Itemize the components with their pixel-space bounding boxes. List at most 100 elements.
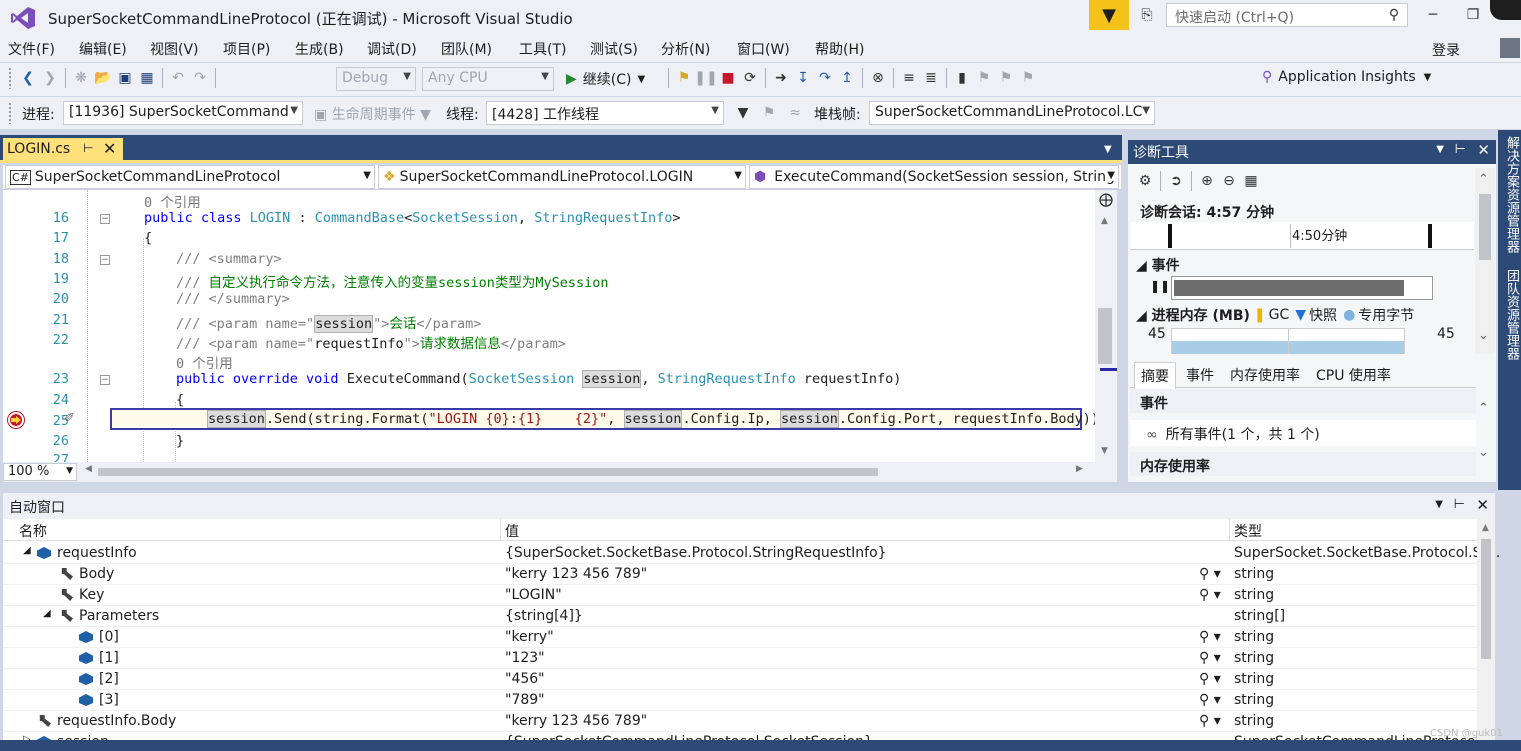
diagnostics-scrollbar[interactable]: ⌃ ⌄ xyxy=(1475,168,1495,354)
scroll-down-icon[interactable]: ▼ xyxy=(1101,446,1108,456)
reset-view-icon[interactable]: ▦ xyxy=(1240,170,1262,192)
save-all-icon[interactable]: ▦ xyxy=(136,67,158,89)
lifecycle-events-button[interactable]: ▣ 生命周期事件 ▼ xyxy=(314,104,431,124)
window-position-icon[interactable]: ▼ xyxy=(1435,499,1443,510)
filter-icon[interactable]: ▼ xyxy=(732,102,754,124)
sign-in-link[interactable]: 登录 xyxy=(1432,40,1460,60)
hex-display-icon[interactable]: ⊗ xyxy=(867,67,889,89)
maximize-icon[interactable]: ❐ xyxy=(1462,4,1484,26)
continue-button[interactable]: ▶ 继续(C) ▼ xyxy=(566,69,645,89)
scroll-left-icon[interactable]: ◀ xyxy=(85,464,92,474)
collapse-icon[interactable]: − xyxy=(100,214,110,224)
events-track[interactable] xyxy=(1171,276,1433,300)
thread-select[interactable]: [4428] 工作线程 ▼ xyxy=(486,101,724,125)
step-over-icon[interactable]: ↷ xyxy=(814,67,836,89)
collapse-icon[interactable]: − xyxy=(100,375,110,385)
next-bookmark-icon[interactable]: ⚑ xyxy=(995,67,1017,89)
zoom-in-icon[interactable]: ⊕ xyxy=(1196,170,1218,192)
notification-filter-icon[interactable]: ▼ xyxy=(1089,0,1129,30)
table-row[interactable]: [2] "456" ⚲ ▾ string xyxy=(3,669,1477,690)
reference-count[interactable]: 0 个引用 xyxy=(176,352,233,372)
zoom-select[interactable]: 100 % ▼ xyxy=(3,463,77,481)
close-icon[interactable]: ✕ xyxy=(1476,496,1489,514)
type-dropdown[interactable]: ❖ SuperSocketCommandLineProtocol.LOGIN ▼ xyxy=(378,165,746,189)
menu-window[interactable]: 窗口(W) xyxy=(737,39,790,59)
scroll-down-icon[interactable]: ⌄ xyxy=(1478,328,1489,343)
team-explorer-tab[interactable]: 团队资源管理器 xyxy=(1500,263,1521,366)
scroll-down-icon[interactable]: ⌄ xyxy=(1478,445,1489,460)
table-row[interactable]: Body "kerry 123 456 789" ⚲ ▾ string xyxy=(3,564,1477,585)
summary-scrollbar[interactable]: ⌃ ⌄ xyxy=(1475,395,1495,477)
scroll-right-icon[interactable]: ▶ xyxy=(1076,464,1083,474)
close-button[interactable] xyxy=(1490,0,1521,20)
table-row[interactable]: requestInfo.Body "kerry 123 456 789" ⚲ ▾… xyxy=(3,711,1477,732)
menu-tools[interactable]: 工具(T) xyxy=(519,39,566,59)
menu-team[interactable]: 团队(M) xyxy=(441,39,492,59)
restart-icon[interactable]: ⟳ xyxy=(739,67,761,89)
scroll-up-icon[interactable]: ▲ xyxy=(1101,216,1108,226)
scroll-thumb[interactable] xyxy=(1098,308,1112,364)
table-row[interactable]: [0] "kerry" ⚲ ▾ string xyxy=(3,627,1477,648)
table-row[interactable]: [1] "123" ⚲ ▾ string xyxy=(3,648,1477,669)
column-type-header[interactable]: 类型 xyxy=(1234,521,1262,541)
table-row[interactable]: Key "LOGIN" ⚲ ▾ string xyxy=(3,585,1477,606)
save-icon[interactable]: ▣ xyxy=(114,67,136,89)
settings-gear-icon[interactable]: ⚙ xyxy=(1134,170,1156,192)
editor-vertical-scrollbar[interactable]: ⨁ ▲ ▼ xyxy=(1095,190,1117,462)
new-project-icon[interactable]: ❋ xyxy=(70,67,92,89)
menu-help[interactable]: 帮助(H) xyxy=(815,39,864,59)
timeline-ruler[interactable]: 4:50分钟 xyxy=(1130,222,1474,250)
comment-icon[interactable]: ≡ xyxy=(898,67,920,89)
split-icon[interactable]: ⨁ xyxy=(1099,192,1113,208)
collapse-icon[interactable]: − xyxy=(100,255,110,265)
reference-count[interactable]: 0 个引用 xyxy=(144,191,201,211)
stack-frame-select[interactable]: SuperSocketCommandLineProtocol.LC ▼ xyxy=(869,101,1155,125)
menu-build[interactable]: 生成(B) xyxy=(295,39,344,59)
minimize-icon[interactable]: ─ xyxy=(1422,4,1444,26)
open-file-icon[interactable]: 📂 xyxy=(92,67,114,89)
pause-icon[interactable]: ❚❚ xyxy=(694,67,717,89)
flag-thread-icon[interactable]: ⚑ xyxy=(758,102,780,124)
tab-memory-usage[interactable]: 内存使用率 xyxy=(1230,365,1300,385)
navigate-back-icon[interactable]: ❮ xyxy=(17,67,39,89)
menu-file[interactable]: 文件(F) xyxy=(8,39,55,59)
pin-icon[interactable]: ⊢ xyxy=(1455,142,1466,157)
menu-analyze[interactable]: 分析(N) xyxy=(661,39,710,59)
tab-summary[interactable]: 摘要 xyxy=(1134,362,1176,389)
text-visualizer-icon[interactable]: ⚲ ▾ xyxy=(1199,587,1221,603)
pin-icon[interactable]: ⊢ xyxy=(1454,497,1465,512)
solution-explorer-tab[interactable]: 解决方案资源管理器 xyxy=(1500,130,1521,259)
table-row[interactable]: ◢ Parameters {string[4]} string[] xyxy=(3,606,1477,627)
show-external-code-icon[interactable]: ≈ xyxy=(784,102,806,124)
scroll-up-icon[interactable]: ⌃ xyxy=(1478,172,1489,187)
edit-and-continue-brush-icon[interactable]: ✐ xyxy=(64,411,75,426)
tab-cpu-usage[interactable]: CPU 使用率 xyxy=(1316,365,1391,385)
platform-select[interactable]: Any CPU ▼ xyxy=(422,67,554,91)
zoom-out-icon[interactable]: ⊖ xyxy=(1218,170,1240,192)
editor-horizontal-scrollbar[interactable]: ◀ ▶ xyxy=(3,462,1117,482)
redo-icon[interactable]: ↷ xyxy=(189,67,211,89)
tab-events[interactable]: 事件 xyxy=(1186,365,1214,385)
show-next-statement-icon[interactable]: ➜ xyxy=(770,67,792,89)
export-icon[interactable]: ➲ xyxy=(1165,170,1187,192)
current-statement-line[interactable]: session.Send(string.Format("LOGIN {0}:{1… xyxy=(110,408,1107,430)
configuration-select[interactable]: Debug ▼ xyxy=(336,67,416,91)
undo-icon[interactable]: ↶ xyxy=(167,67,189,89)
text-visualizer-icon[interactable]: ⚲ ▾ xyxy=(1199,671,1221,687)
menu-edit[interactable]: 编辑(E) xyxy=(79,39,127,59)
text-visualizer-icon[interactable]: ⚲ ▾ xyxy=(1199,650,1221,666)
bookmark-icon[interactable]: ▮ xyxy=(951,67,973,89)
close-icon[interactable]: ✕ xyxy=(1477,141,1490,159)
avatar[interactable] xyxy=(1500,38,1520,58)
text-visualizer-icon[interactable]: ⚲ ▾ xyxy=(1199,566,1221,582)
hot-reload-icon[interactable]: ⚑ xyxy=(673,67,695,89)
all-events-link[interactable]: ∞ 所有事件(1 个，共 1 个) xyxy=(1130,420,1476,446)
column-value-header[interactable]: 值 xyxy=(505,521,519,541)
menu-view[interactable]: 视图(V) xyxy=(150,39,199,59)
step-into-icon[interactable]: ↧ xyxy=(792,67,814,89)
tab-login-cs[interactable]: LOGIN.cs ⊢ ✕ xyxy=(3,138,123,162)
scroll-thumb[interactable] xyxy=(98,468,878,476)
collapse-arrow-icon[interactable]: ◢ xyxy=(23,545,31,556)
text-visualizer-icon[interactable]: ⚲ ▾ xyxy=(1199,629,1221,645)
step-out-icon[interactable]: ↥ xyxy=(836,67,858,89)
